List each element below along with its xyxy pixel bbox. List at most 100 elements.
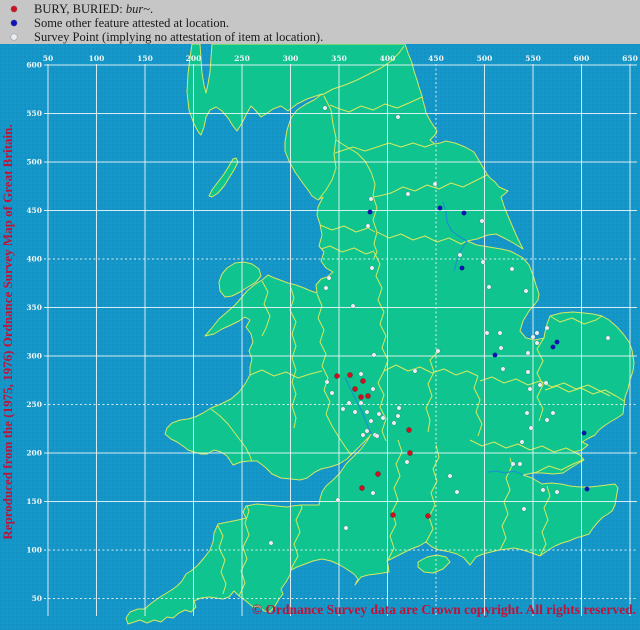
northing-label: 600 (26, 61, 42, 70)
map-point-survey (369, 419, 373, 423)
side-note: Reproduced from the (1975, 1976) Ordnanc… (0, 48, 16, 616)
easting-label: 400 (380, 54, 396, 63)
map-point-survey (365, 429, 369, 433)
easting-label: 200 (186, 54, 202, 63)
legend-label-survey: Survey Point (implying no attestation of… (34, 30, 323, 45)
map-point-other-feature (438, 206, 443, 211)
map-point-survey (436, 349, 440, 353)
easting-label: 150 (137, 54, 153, 63)
bury-dot-icon (11, 6, 17, 12)
easting-label: 100 (89, 54, 105, 63)
map-point-survey (381, 416, 385, 420)
map-point-survey (397, 406, 401, 410)
map-point-survey (405, 460, 409, 464)
map-point-survey (524, 289, 528, 293)
easting-label: 50 (43, 54, 53, 63)
easting-label: 250 (234, 54, 250, 63)
map-point-survey (529, 426, 533, 430)
easting-label: 300 (283, 54, 299, 63)
map-point-survey (372, 353, 376, 357)
map-point-survey (606, 336, 610, 340)
map-point-other-feature (493, 353, 498, 358)
northing-label: 50 (32, 594, 42, 603)
map-point-other-feature (555, 340, 560, 345)
map-point-bury (406, 427, 411, 432)
map-point-bury (390, 512, 395, 517)
map-point-survey (325, 380, 329, 384)
map-point-survey (501, 367, 505, 371)
map-point-survey (535, 331, 539, 335)
legend-item-bury: BURY, BURIED: bur~. (0, 2, 153, 16)
map-point-survey (522, 507, 526, 511)
map-point-survey (485, 331, 489, 335)
map-point-survey (541, 488, 545, 492)
map-point-survey (498, 331, 502, 335)
map-point-survey (324, 286, 328, 290)
map-point-survey (359, 372, 363, 376)
map-point-bury (358, 394, 363, 399)
map-point-survey (323, 106, 327, 110)
map-point-other-feature (460, 266, 465, 271)
other-feature-dot-icon (11, 20, 17, 26)
map-point-survey (528, 387, 532, 391)
map-point-survey (344, 526, 348, 530)
map-point-other-feature (585, 487, 590, 492)
map-point-survey (392, 421, 396, 425)
map-point-survey (487, 285, 491, 289)
map-point-survey (481, 260, 485, 264)
northing-label: 150 (26, 497, 42, 506)
map-point-survey (499, 346, 503, 350)
map-point-bury (375, 471, 380, 476)
legend-label-other: Some other feature attested at location. (34, 16, 229, 31)
northing-label: 300 (26, 352, 42, 361)
map-point-survey (538, 383, 542, 387)
map-point-survey (520, 440, 524, 444)
map-point-survey (366, 224, 370, 228)
northing-label: 400 (26, 255, 42, 264)
legend-item-survey: Survey Point (implying no attestation of… (0, 30, 323, 44)
map-point-bury (347, 372, 352, 377)
map-point-survey (369, 197, 373, 201)
map-point-survey (365, 410, 369, 414)
map-point-survey (361, 433, 365, 437)
map-point-survey (327, 276, 331, 280)
map-point-survey (448, 474, 452, 478)
map-point-survey (526, 370, 530, 374)
map-point-survey (347, 401, 351, 405)
map-point-survey (413, 369, 417, 373)
map-point-survey (551, 411, 555, 415)
map-point-survey (535, 341, 539, 345)
map-point-survey (351, 304, 355, 308)
map-point-other-feature (462, 211, 467, 216)
map-point-survey (359, 401, 363, 405)
easting-label: 650 (622, 54, 638, 63)
map-point-survey (406, 192, 410, 196)
map-point-survey (458, 253, 462, 257)
easting-label: 450 (428, 54, 444, 63)
northing-label: 550 (26, 109, 42, 118)
easting-label: 500 (477, 54, 493, 63)
legend-item-other: Some other feature attested at location. (0, 16, 229, 30)
easting-label: 350 (331, 54, 347, 63)
northing-label: 450 (26, 206, 42, 215)
survey-point-dot-icon (11, 34, 17, 40)
northing-label: 350 (26, 303, 42, 312)
northing-label: 100 (26, 546, 42, 555)
map-point-survey (371, 491, 375, 495)
map-point-survey (396, 414, 400, 418)
map-canvas: 5010015020025030035040045050055060065060… (0, 0, 640, 630)
map-point-survey (455, 490, 459, 494)
map-point-survey (518, 462, 522, 466)
map-point-survey (353, 410, 357, 414)
map-point-bury (360, 378, 365, 383)
map-point-bury (359, 485, 364, 490)
map-point-survey (480, 219, 484, 223)
map-point-survey (336, 498, 340, 502)
northing-label: 500 (26, 158, 42, 167)
legend: BURY, BURIED: bur~. Some other feature a… (0, 0, 640, 44)
map-point-survey (377, 412, 381, 416)
northing-label: 250 (26, 400, 42, 409)
map-point-bury (334, 373, 339, 378)
map-point-survey (375, 434, 379, 438)
map-point-bury (407, 450, 412, 455)
